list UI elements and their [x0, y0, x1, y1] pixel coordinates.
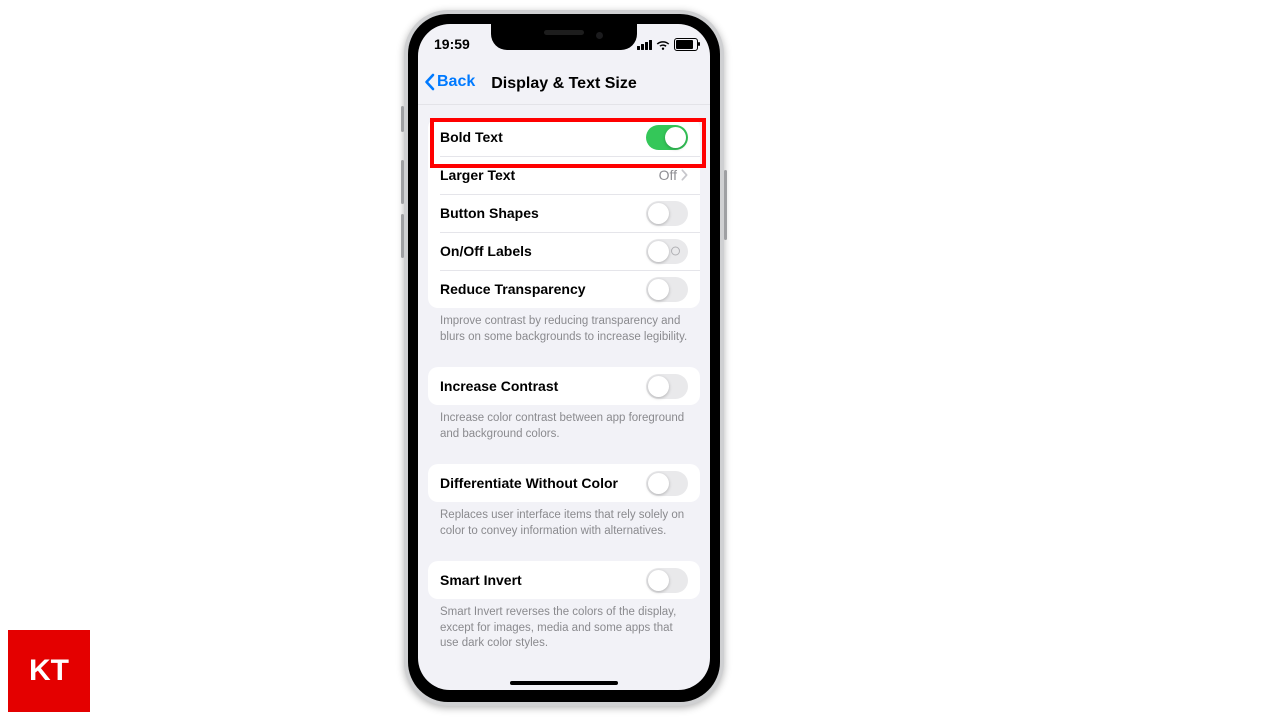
setting-label: Smart Invert	[440, 572, 646, 588]
settings-content[interactable]: Bold Text Larger TextOff Button Shapes On/O…	[418, 104, 710, 690]
chevron-right-icon	[681, 169, 688, 181]
toggle-switch[interactable]	[646, 277, 688, 302]
toggle-switch[interactable]	[646, 568, 688, 593]
settings-group: Smart Invert Smart Invert reverses the co…	[428, 561, 700, 652]
setting-reduce-transparency[interactable]: Reduce Transparency	[428, 270, 700, 308]
setting-label: Reduce Transparency	[440, 281, 646, 297]
setting-label: On/Off Labels	[440, 243, 646, 259]
kt-badge: KT	[8, 630, 90, 712]
group-footer: Smart Invert reverses the colors of the …	[428, 599, 700, 652]
toggle-switch[interactable]	[646, 125, 688, 150]
nav-bar: Back Display & Text Size	[418, 64, 710, 105]
setting-button-shapes[interactable]: Button Shapes	[428, 194, 700, 232]
setting-larger-text[interactable]: Larger TextOff	[428, 156, 700, 194]
toggle-switch[interactable]	[646, 374, 688, 399]
setting-bold-text[interactable]: Bold Text	[428, 118, 700, 156]
settings-group: Bold Text Larger TextOff Button Shapes On/O…	[428, 118, 700, 345]
setting-label: Increase Contrast	[440, 378, 646, 394]
settings-group: Increase Contrast Increase color contrast…	[428, 367, 700, 442]
settings-group: Differentiate Without Color Replaces user…	[428, 464, 700, 539]
notch	[491, 24, 637, 50]
setting-label: Differentiate Without Color	[440, 475, 646, 491]
toggle-switch[interactable]	[646, 471, 688, 496]
cellular-icon	[637, 40, 652, 50]
phone-screen: 19:59 Back Display & Text Size Bold Text…	[418, 24, 710, 690]
setting-label: Button Shapes	[440, 205, 646, 221]
battery-icon	[674, 38, 698, 51]
setting-increase-contrast[interactable]: Increase Contrast	[428, 367, 700, 405]
setting-label: Bold Text	[440, 129, 646, 145]
group-footer: Increase color contrast between app fore…	[428, 405, 700, 442]
group-footer: Improve contrast by reducing transparenc…	[428, 308, 700, 345]
wifi-icon	[656, 39, 670, 50]
toggle-switch[interactable]	[646, 239, 688, 264]
status-time: 19:59	[434, 36, 470, 52]
phone-frame: 19:59 Back Display & Text Size Bold Text…	[404, 10, 724, 706]
home-indicator[interactable]	[510, 681, 618, 685]
group-footer: Replaces user interface items that rely …	[428, 502, 700, 539]
toggle-switch[interactable]	[646, 201, 688, 226]
setting-differentiate-without-color[interactable]: Differentiate Without Color	[428, 464, 700, 502]
setting-value: Off	[659, 167, 677, 183]
page-title: Display & Text Size	[418, 75, 710, 93]
setting-label: Larger Text	[440, 167, 659, 183]
setting-on-off-labels[interactable]: On/Off Labels	[428, 232, 700, 270]
setting-smart-invert[interactable]: Smart Invert	[428, 561, 700, 599]
